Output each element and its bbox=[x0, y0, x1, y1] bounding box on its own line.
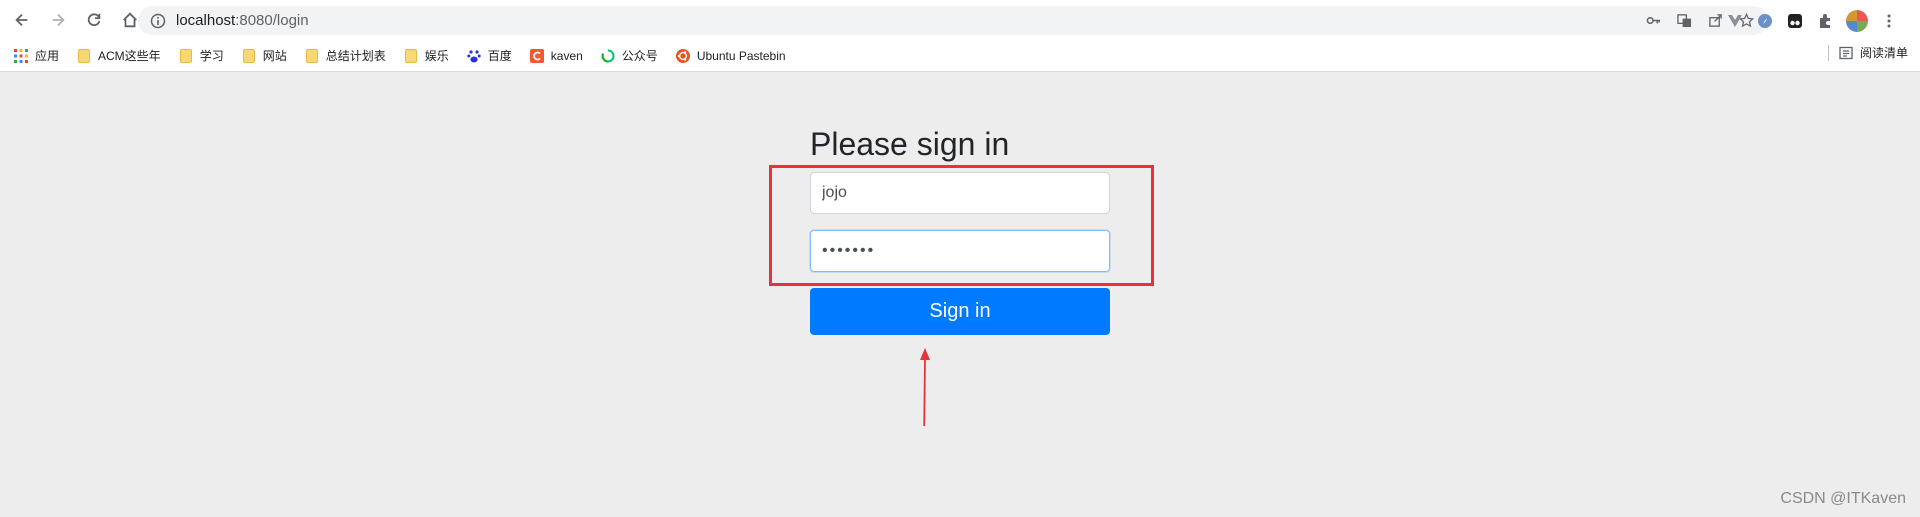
vue-icon bbox=[1728, 14, 1742, 27]
sign-in-button[interactable]: Sign in bbox=[810, 288, 1110, 335]
edge-extension[interactable] bbox=[1756, 12, 1774, 30]
browser-toolbar: localhost:8080/login bbox=[0, 0, 1920, 40]
folder-icon bbox=[179, 48, 193, 63]
reading-list-icon bbox=[1839, 46, 1853, 59]
reading-list-button[interactable]: 阅读清单 bbox=[1827, 44, 1908, 61]
bookmark-label: 学习 bbox=[199, 49, 224, 63]
bookmark-label: 网站 bbox=[262, 49, 287, 63]
ubuntu-icon bbox=[675, 48, 690, 63]
url-path: :8080/login bbox=[235, 12, 309, 29]
profile-avatar[interactable] bbox=[1846, 9, 1868, 32]
puzzle-icon bbox=[1820, 13, 1830, 28]
folder-icon bbox=[77, 48, 91, 63]
apps-grid-icon bbox=[14, 48, 28, 63]
page-title: Please sign in bbox=[810, 126, 1010, 162]
address-bar[interactable]: localhost:8080/login bbox=[138, 6, 1768, 35]
watermark: CSDN @ITKaven bbox=[1780, 490, 1906, 507]
reading-list-label: 阅读清单 bbox=[1859, 46, 1908, 60]
back-arrow-icon bbox=[15, 13, 28, 27]
bookmark-wechat[interactable]: 公众号 bbox=[601, 44, 658, 68]
csdn-c-icon bbox=[529, 48, 544, 63]
highlight-box-annotation bbox=[769, 165, 1154, 286]
forward-button[interactable] bbox=[44, 6, 72, 34]
bookmark-label: kaven bbox=[550, 48, 583, 63]
url-host: localhost bbox=[176, 12, 236, 29]
bookmark-label: 应用 bbox=[35, 49, 60, 63]
bookmark-label: 百度 bbox=[487, 49, 512, 63]
folder-icon bbox=[242, 48, 256, 63]
home-icon bbox=[123, 12, 137, 28]
bookmark-label: Ubuntu Pastebin bbox=[696, 48, 786, 63]
bookmark-label: 娱乐 bbox=[424, 49, 449, 63]
bookmark-folder-sites[interactable]: 网站 bbox=[242, 44, 287, 68]
tampermonkey-icon bbox=[1788, 13, 1802, 28]
bookmark-folder-plans[interactable]: 总结计划表 bbox=[305, 44, 386, 68]
bookmark-kaven[interactable]: kaven bbox=[529, 44, 583, 68]
bookmark-baidu[interactable]: 百度 bbox=[467, 44, 512, 68]
baidu-paw-icon bbox=[467, 49, 481, 63]
reload-button[interactable] bbox=[80, 6, 108, 34]
folder-icon bbox=[404, 48, 418, 63]
extensions-area bbox=[1726, 6, 1898, 35]
bookmark-label: 公众号 bbox=[621, 49, 658, 63]
site-info-icon[interactable] bbox=[150, 13, 166, 29]
compass-icon bbox=[1758, 13, 1772, 28]
wechat-icon bbox=[601, 49, 615, 63]
bookmark-label: 总结计划表 bbox=[325, 49, 386, 63]
tampermonkey-extension[interactable] bbox=[1786, 12, 1804, 30]
divider bbox=[1827, 44, 1829, 61]
vue-devtools-extension[interactable] bbox=[1726, 12, 1744, 30]
url-text[interactable]: localhost:8080/login bbox=[176, 12, 309, 29]
share-icon[interactable] bbox=[1708, 13, 1723, 28]
bookmark-label: ACM这些年 bbox=[98, 49, 161, 63]
bookmark-apps[interactable]: 应用 bbox=[14, 44, 59, 68]
forward-arrow-icon bbox=[52, 13, 65, 27]
key-icon[interactable] bbox=[1646, 13, 1661, 28]
bookmark-ubuntu-pastebin[interactable]: Ubuntu Pastebin bbox=[675, 44, 786, 68]
bookmark-folder-acm[interactable]: ACM这些年 bbox=[77, 44, 161, 68]
extensions-button[interactable] bbox=[1816, 12, 1834, 30]
browser-window: localhost:8080/login 应用 ACM这些年 学习 网站 总结计… bbox=[0, 0, 1920, 517]
bookmark-folder-study[interactable]: 学习 bbox=[179, 44, 224, 68]
kebab-menu-icon bbox=[1887, 14, 1891, 27]
bookmarks-bar: 应用 ACM这些年 学习 网站 总结计划表 娱乐 百度 kaven 公众号 Ub… bbox=[0, 40, 1920, 72]
back-button[interactable] bbox=[8, 6, 36, 34]
bookmark-folder-fun[interactable]: 娱乐 bbox=[404, 44, 449, 68]
menu-button[interactable] bbox=[1880, 12, 1898, 30]
folder-icon bbox=[305, 48, 319, 63]
reload-icon bbox=[87, 13, 101, 27]
up-arrow-annotation bbox=[920, 348, 930, 427]
translate-icon[interactable] bbox=[1677, 13, 1692, 28]
